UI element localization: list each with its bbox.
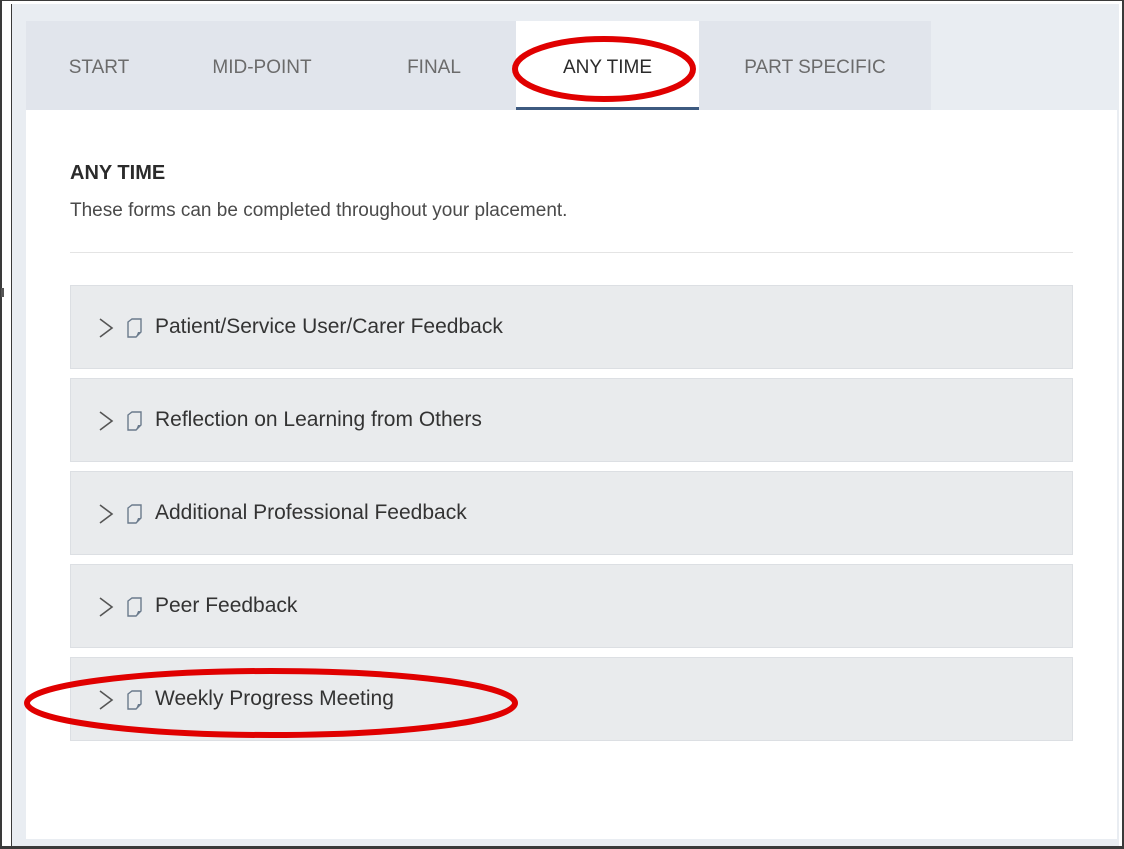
form-item-label: Peer Feedback bbox=[155, 594, 298, 617]
tab-start[interactable]: START bbox=[26, 21, 172, 110]
form-item-label: Additional Professional Feedback bbox=[155, 501, 467, 524]
chevron-right-icon bbox=[99, 597, 114, 617]
forms-accordion: Patient/Service User/Carer Feedback Refl… bbox=[70, 285, 1073, 750]
tab-final[interactable]: FINAL bbox=[352, 21, 516, 110]
tab-mid-point[interactable]: MID-POINT bbox=[172, 21, 352, 110]
document-icon bbox=[127, 504, 142, 524]
section-title: ANY TIME bbox=[70, 162, 166, 184]
form-item-label: Patient/Service User/Carer Feedback bbox=[155, 315, 503, 338]
section-description: These forms can be completed throughout … bbox=[70, 200, 568, 221]
form-item-label: Reflection on Learning from Others bbox=[155, 408, 482, 431]
form-item-additional-professional-feedback[interactable]: Additional Professional Feedback bbox=[70, 471, 1073, 555]
document-icon bbox=[127, 597, 142, 617]
document-icon bbox=[127, 318, 142, 338]
form-item-patient-feedback[interactable]: Patient/Service User/Carer Feedback bbox=[70, 285, 1073, 369]
tab-part-specific[interactable]: PART SPECIFIC bbox=[699, 21, 931, 110]
form-item-label: Weekly Progress Meeting bbox=[155, 687, 394, 710]
tab-panel-any-time: ANY TIME These forms can be completed th… bbox=[26, 110, 1117, 839]
document-icon bbox=[127, 690, 142, 710]
divider bbox=[70, 252, 1073, 253]
edge-marker bbox=[1, 288, 4, 297]
form-item-weekly-progress-meeting[interactable]: Weekly Progress Meeting bbox=[70, 657, 1073, 741]
chevron-right-icon bbox=[99, 504, 114, 524]
form-item-peer-feedback[interactable]: Peer Feedback bbox=[70, 564, 1073, 648]
chevron-right-icon bbox=[99, 318, 114, 338]
chevron-right-icon bbox=[99, 690, 114, 710]
form-item-reflection[interactable]: Reflection on Learning from Others bbox=[70, 378, 1073, 462]
tab-any-time[interactable]: ANY TIME bbox=[516, 21, 699, 110]
tab-bar: START MID-POINT FINAL ANY TIME PART SPEC… bbox=[26, 21, 931, 110]
document-icon bbox=[127, 411, 142, 431]
chevron-right-icon bbox=[99, 411, 114, 431]
